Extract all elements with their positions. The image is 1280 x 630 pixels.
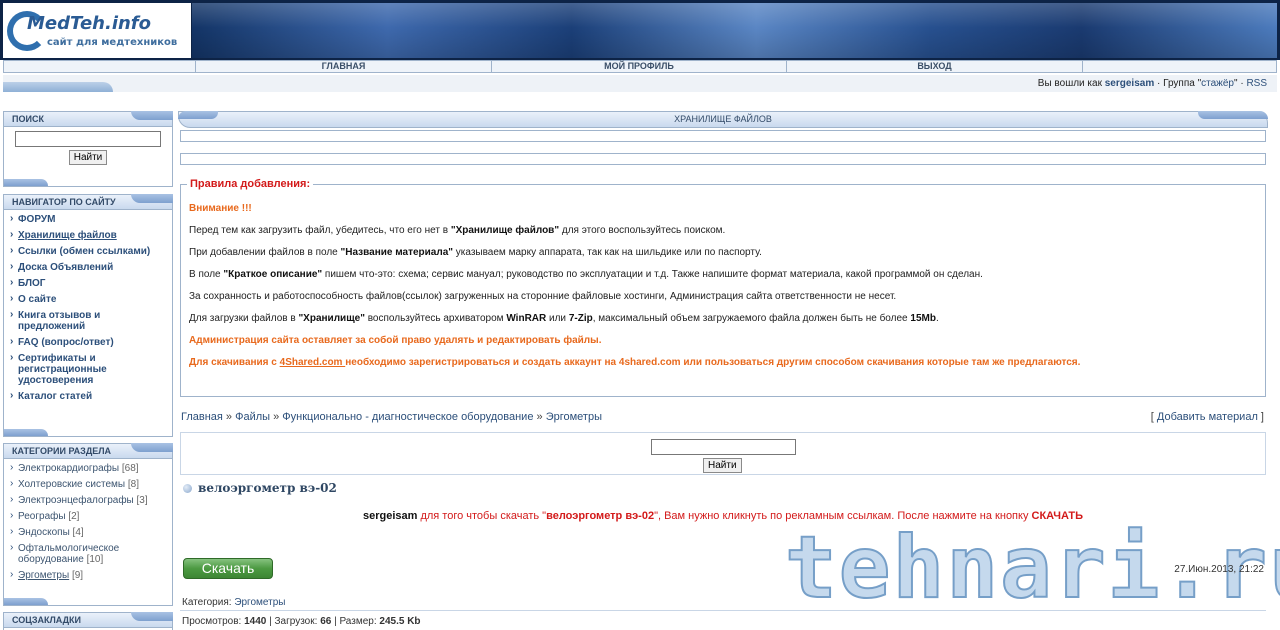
- entry-category: Категория: Эргометры: [182, 597, 286, 608]
- search-block-title: ПОИСК: [4, 111, 173, 127]
- group-link[interactable]: стажёр: [1201, 78, 1234, 89]
- username-link[interactable]: sergeisam: [1105, 78, 1154, 89]
- 4shared-link[interactable]: 4Shared.com: [280, 357, 346, 368]
- nav-blog[interactable]: БЛОГ: [10, 277, 166, 294]
- site-header: MedTeh.info сайт для медтехников: [0, 0, 1280, 60]
- rules-title: Правила добавления:: [187, 178, 314, 190]
- rules-p2: При добавлении файлов в поле "Название м…: [189, 247, 762, 258]
- breadcrumb-section[interactable]: Функционально - диагностическое оборудов…: [282, 411, 533, 423]
- breadcrumb-home[interactable]: Главная: [181, 411, 223, 423]
- header-banner: [192, 3, 1277, 58]
- nav-certificates[interactable]: Сертификаты и регистрационные удостовере…: [10, 352, 166, 391]
- user-info: Вы вошли как sergeisam · Группа "стажёр"…: [1037, 78, 1267, 89]
- rules-p3: В поле "Краткое описание" пишем что-это:…: [189, 269, 983, 280]
- nav-board[interactable]: Доска Объявлений: [10, 261, 166, 278]
- site-logo[interactable]: MedTeh.info сайт для медтехников: [3, 3, 191, 58]
- nav-spacer-right: [1083, 61, 1276, 72]
- breadcrumb-files[interactable]: Файлы: [235, 411, 270, 423]
- search-input[interactable]: [15, 131, 161, 147]
- entry-title[interactable]: велоэргометр вэ-02: [183, 481, 337, 495]
- rules-attention: Внимание !!!: [189, 203, 252, 214]
- category-item[interactable]: Холтеровские системы [8]: [10, 478, 166, 495]
- categories-block: КАТЕГОРИИ РАЗДЕЛА Электрокардиографы [68…: [3, 443, 173, 606]
- rules-p6: Администрация сайта оставляет за собой п…: [189, 335, 602, 346]
- category-item[interactable]: Электроэнцефалографы [3]: [10, 494, 166, 511]
- rules-p4: За сохранность и работоспособность файло…: [189, 291, 897, 302]
- nav-about[interactable]: О сайте: [10, 293, 166, 310]
- nav-file-storage[interactable]: Хранилище файлов: [10, 229, 166, 246]
- add-material-link[interactable]: Добавить материал: [1157, 411, 1258, 423]
- category-item[interactable]: Офтальмологическое оборудование [10]: [10, 542, 166, 570]
- main-nav: ГЛАВНАЯ МОЙ ПРОФИЛЬ ВЫХОД: [3, 60, 1277, 73]
- entry-stats: Просмотров: 1440 | Загрузок: 66 | Размер…: [182, 616, 421, 627]
- add-material: [ Добавить материал ]: [1150, 411, 1264, 423]
- breadcrumb: Главная » Файлы » Функционально - диагно…: [181, 411, 602, 423]
- entry-category-link[interactable]: Эргометры: [234, 597, 285, 608]
- nav-links[interactable]: Ссылки (обмен ссылками): [10, 245, 166, 262]
- bullet-icon: [183, 484, 192, 493]
- entry-date: 27.Июн.2013, 21:22: [1174, 564, 1264, 575]
- rss-link[interactable]: RSS: [1246, 78, 1267, 89]
- bookmarks-title: СОЦЗАКЛАДКИ: [4, 612, 173, 628]
- search-block: ПОИСК Найти: [3, 111, 173, 187]
- page-title: ХРАНИЛИЩЕ ФАЙЛОВ: [178, 111, 1268, 128]
- category-item-active[interactable]: Эргометры [9]: [10, 569, 166, 586]
- nav-spacer-left: [4, 61, 196, 72]
- nav-articles[interactable]: Каталог статей: [10, 390, 166, 407]
- logo-subtitle: сайт для медтехников: [47, 37, 178, 48]
- catalog-search: Найти: [180, 432, 1266, 475]
- nav-faq[interactable]: FAQ (вопрос/ответ): [10, 336, 166, 353]
- navigator-title: НАВИГАТОР ПО САЙТУ: [4, 194, 173, 210]
- category-item[interactable]: Эндоскопы [4]: [10, 526, 166, 543]
- logo-title: MedTeh.info: [27, 13, 152, 34]
- upload-rules: Правила добавления: Внимание !!! Перед т…: [180, 178, 1266, 397]
- categories-title: КАТЕГОРИИ РАЗДЕЛА: [4, 443, 173, 459]
- decor-tab: [3, 82, 113, 92]
- rules-p7: Для скачивания с 4Shared.com необходимо …: [189, 357, 1081, 368]
- empty-bar: [180, 153, 1266, 165]
- user-bar: Вы вошли как sergeisam · Группа "стажёр"…: [3, 75, 1277, 92]
- empty-bar: [180, 130, 1266, 142]
- nav-home[interactable]: ГЛАВНАЯ: [196, 61, 492, 72]
- nav-forum[interactable]: ФОРУМ: [10, 213, 166, 230]
- download-button[interactable]: Скачать: [183, 558, 273, 579]
- breadcrumb-category[interactable]: Эргометры: [546, 411, 602, 423]
- search-button[interactable]: Найти: [68, 150, 108, 165]
- nav-guestbook[interactable]: Книга отзывов и предложений: [10, 309, 166, 337]
- nav-profile[interactable]: МОЙ ПРОФИЛЬ: [492, 61, 787, 72]
- nav-logout[interactable]: ВЫХОД: [787, 61, 1083, 72]
- rules-p5: Для загрузки файлов в "Хранилище" воспол…: [189, 313, 939, 324]
- site-navigator: НАВИГАТОР ПО САЙТУ ФОРУМ Хранилище файло…: [3, 194, 173, 437]
- bookmarks-block: СОЦЗАКЛАДКИ: [3, 612, 173, 630]
- catalog-search-button[interactable]: Найти: [703, 458, 742, 473]
- rules-p1: Перед тем как загрузить файл, убедитесь,…: [189, 225, 726, 236]
- catalog-search-input[interactable]: [651, 439, 796, 455]
- category-item[interactable]: Электрокардиографы [68]: [10, 462, 166, 479]
